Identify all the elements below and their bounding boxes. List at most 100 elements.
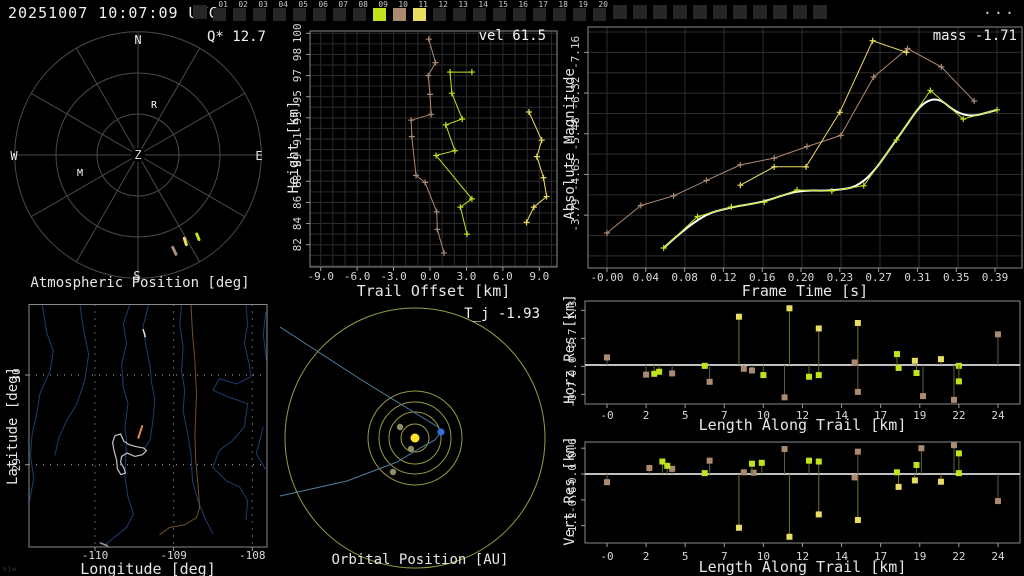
frame-square xyxy=(793,5,807,19)
vert-res-ylabel: Vert Res [km] xyxy=(562,436,578,546)
vert-res-xlabel: Length Along Trail [km] xyxy=(698,558,907,576)
frame-slot-08[interactable]: 08 xyxy=(351,0,371,23)
frame-slot-11[interactable]: 11 xyxy=(411,0,431,23)
longitude-xlabel: Longitude [deg] xyxy=(80,560,216,576)
frame-slot-15[interactable]: 15 xyxy=(491,0,511,23)
frame-square xyxy=(253,8,266,21)
frame-square xyxy=(293,8,306,21)
panel-residuals: -0 2 5 7 10 12 14 17 19 22 24 1.3 0.7 0.0 -0.7 -0 2 5 7 10 1… xyxy=(560,294,1024,576)
frame-slot-blank[interactable] xyxy=(671,1,691,23)
svg-text:86: 86 xyxy=(291,196,304,209)
frame-square xyxy=(653,5,667,19)
frame-square xyxy=(513,8,526,21)
frame-slot-blank[interactable] xyxy=(731,1,751,23)
frame-square xyxy=(213,8,226,21)
frame-strip: 01 02 03 04 05 06 07 08 09 10 11 12 13 14 15 16 17 18 19 20 xyxy=(191,0,831,23)
meteor-analysis-dashboard: { "header": { "timestamp": "20251007 10:… xyxy=(0,0,1024,576)
top-bar: 20251007 10:07:09 UTC 01 02 03 04 05 06 07 08 09… xyxy=(0,0,1024,24)
frame-square xyxy=(773,5,787,19)
overflow-menu-icon[interactable]: ... xyxy=(983,0,1016,18)
frame-square xyxy=(533,8,546,21)
frame-slot-12[interactable]: 12 xyxy=(431,0,451,23)
frame-square xyxy=(193,5,207,19)
panel-light-curve: -0.00 0.04 0.08 0.12 0.16 0.20 0.23 0.27 0.31 0.3… xyxy=(560,24,1024,300)
q-star-stat: Q* 12.7 xyxy=(206,29,266,45)
frame-square xyxy=(373,8,386,21)
frame-square xyxy=(393,8,406,21)
orbital-position-caption: Orbital Position [AU] xyxy=(331,552,509,568)
ground-track-map: -110 -109 -1083029 xyxy=(10,304,268,562)
svg-text:N: N xyxy=(134,33,141,47)
frame-square xyxy=(693,5,707,19)
frame-slot-02[interactable]: 02 xyxy=(231,0,251,23)
frame-square xyxy=(713,5,727,19)
horz-res-xlabel: Length Along Trail [km] xyxy=(698,416,907,434)
frame-slot-blank[interactable] xyxy=(691,1,711,23)
watermark: njw xyxy=(3,566,17,573)
svg-text:R: R xyxy=(151,100,158,111)
frame-square xyxy=(673,5,687,19)
frame-square xyxy=(453,8,466,21)
light-curve-chart: -0.00 0.04 0.08 0.12 0.16 0.20 0.23 0.27 0.31 0.3… xyxy=(569,26,1023,284)
residuals-charts: -0 2 5 7 10 12 14 17 19 22 241.30.70.0-0.7-0 2 5 7 10 1… xyxy=(566,300,1021,563)
horz-res-ylabel: Horz Res [km] xyxy=(562,294,578,404)
svg-text:82: 82 xyxy=(291,238,304,251)
tisserand-stat: T_j -1.93 xyxy=(464,306,540,322)
frame-square xyxy=(813,5,827,19)
frame-slot-blank[interactable] xyxy=(631,1,651,23)
frame-slot-blank[interactable] xyxy=(711,1,731,23)
frame-slot-04[interactable]: 04 xyxy=(271,0,291,23)
frame-slot-blank[interactable] xyxy=(191,1,211,23)
frame-slot-13[interactable]: 13 xyxy=(451,0,471,23)
svg-text:Z: Z xyxy=(134,148,141,162)
svg-text:98: 98 xyxy=(291,48,304,61)
svg-text:E: E xyxy=(255,149,262,163)
mass-stat: mass -1.71 xyxy=(932,28,1017,44)
frame-square xyxy=(433,8,446,21)
frame-slot-06[interactable]: 06 xyxy=(311,0,331,23)
frame-square xyxy=(553,8,566,21)
frame-square xyxy=(613,5,627,19)
svg-text:100: 100 xyxy=(291,24,304,43)
frame-slot-20[interactable]: 20 xyxy=(591,0,611,23)
panel-ground-track-map: -110 -109 -108 30 29 Longitude [deg] Latitud… xyxy=(0,294,280,576)
frame-slot-09[interactable]: 09 xyxy=(371,0,391,23)
frame-slot-05[interactable]: 05 xyxy=(291,0,311,23)
atmospheric-position-caption: Atmospheric Position [deg] xyxy=(30,275,250,291)
panel-orbital-position: T_j -1.93 Orbital Position [AU] xyxy=(280,294,560,576)
frame-slot-blank[interactable] xyxy=(811,1,831,23)
panel-trail-offset: -9.0 -6.0 -3.0 0.0 3.0 6.0 9.0 100 98 97 95 93 91 89 8… xyxy=(280,24,560,300)
atmospheric-position-chart: NSW EZRM xyxy=(10,31,263,283)
frame-slot-blank[interactable] xyxy=(791,1,811,23)
velocity-stat: vel 61.5 xyxy=(478,28,546,44)
frame-slot-18[interactable]: 18 xyxy=(551,0,571,23)
frame-slot-07[interactable]: 07 xyxy=(331,0,351,23)
frame-square xyxy=(413,8,426,21)
frame-slot-17[interactable]: 17 xyxy=(531,0,551,23)
frame-slot-16[interactable]: 16 xyxy=(511,0,531,23)
frame-slot-14[interactable]: 14 xyxy=(471,0,491,23)
frame-square xyxy=(733,5,747,19)
frame-slot-03[interactable]: 03 xyxy=(251,0,271,23)
frame-slot-19[interactable]: 19 xyxy=(571,0,591,23)
frame-square xyxy=(353,8,366,21)
svg-text:-7.16: -7.16 xyxy=(569,36,582,69)
svg-text:84: 84 xyxy=(291,217,304,231)
frame-slot-blank[interactable] xyxy=(651,1,671,23)
frame-square xyxy=(273,8,286,21)
frame-square xyxy=(313,8,326,21)
absolute-magnitude-ylabel: Absolute Magnitude xyxy=(562,68,578,220)
frame-square xyxy=(333,8,346,21)
trail-offset-chart: -9.0 -6.0 -3.0 0.0 3.0 6.0 9.01009897959391898… xyxy=(291,24,558,283)
frame-square xyxy=(593,8,606,21)
frame-slot-blank[interactable] xyxy=(611,1,631,23)
frame-slot-blank[interactable] xyxy=(771,1,791,23)
frame-slot-01[interactable]: 01 xyxy=(211,0,231,23)
frame-square xyxy=(473,8,486,21)
frame-square xyxy=(233,8,246,21)
frame-slot-10[interactable]: 10 xyxy=(391,0,411,23)
svg-text:M: M xyxy=(77,168,83,179)
frame-square xyxy=(493,8,506,21)
frame-slot-blank[interactable] xyxy=(751,1,771,23)
orbital-position-chart xyxy=(280,307,546,569)
